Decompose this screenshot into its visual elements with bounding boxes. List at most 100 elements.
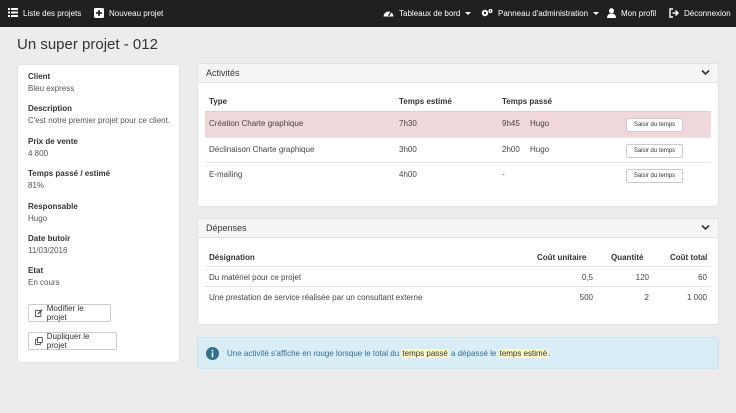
field-value: Bleu express	[28, 84, 75, 93]
caret-down-icon	[593, 12, 600, 15]
field-label: Description	[28, 104, 73, 113]
activities-header[interactable]: Activités	[198, 64, 718, 83]
copy-icon	[35, 337, 43, 345]
field-value: C'est notre premier projet pour ce clien…	[28, 116, 171, 125]
nav-new-project-label: Nouveau projet	[109, 9, 164, 18]
field-value: Hugo	[28, 214, 48, 223]
caret-down-icon	[465, 12, 472, 15]
nav-logout[interactable]: Déconnexion	[669, 0, 731, 27]
info-highlight-spent: temps passé	[401, 349, 449, 358]
activity-row-over: Création Charte graphique 7h30 9h45 Hugo…	[205, 111, 711, 137]
plus-square-icon	[94, 7, 104, 20]
activity-row: Déclinaison Charte graphique 3h00 2h00 H…	[205, 137, 711, 162]
field-client: Client Bleu express	[28, 72, 74, 93]
activity-estimated: 4h00	[399, 170, 417, 179]
log-time-button[interactable]: Saisir du temps	[626, 144, 683, 158]
activity-row: E-mailing 4h00 - Saisir du temps	[205, 162, 711, 188]
activity-type: Création Charte graphique	[209, 119, 304, 128]
edit-icon	[35, 309, 43, 317]
log-time-button[interactable]: Saisir du temps	[626, 169, 683, 183]
nav-admin-dropdown[interactable]: Panneau d'administration	[481, 0, 600, 27]
activity-estimated: 7h30	[399, 119, 417, 128]
col-header-spent: Temps passé	[502, 97, 553, 106]
activity-user: Hugo	[530, 119, 550, 128]
info-text-part: Une activité s'affiche en rouge lorsque …	[227, 349, 400, 358]
edit-project-button[interactable]: Modifier le projet	[28, 304, 111, 322]
expense-total-cost: 60	[698, 273, 707, 282]
field-time-ratio: Temps passé / estimé 81%	[28, 169, 110, 190]
col-header-total-cost: Coût total	[670, 253, 708, 262]
activity-user: Hugo	[530, 145, 550, 154]
activity-spent: 2h00	[502, 145, 520, 154]
nav-dashboards-dropdown[interactable]: Tableaux de bord	[383, 0, 472, 27]
activities-title: Activités	[206, 68, 240, 78]
nav-new-project[interactable]: Nouveau projet	[94, 0, 163, 27]
chevron-down-icon[interactable]	[701, 69, 710, 76]
activities-panel: Activités Type Temps estimé Temps passé …	[197, 63, 719, 207]
expenses-title: Dépenses	[206, 223, 247, 233]
expenses-panel: Dépenses Désignation Coût unitaire Quant…	[197, 218, 719, 325]
col-header-designation: Désignation	[209, 253, 255, 262]
activity-type: Déclinaison Charte graphique	[209, 145, 315, 154]
duplicate-project-label: Dupliquer le projet	[46, 332, 90, 350]
info-icon	[206, 347, 219, 360]
col-header-estimated: Temps estimé	[399, 97, 452, 106]
nav-logout-label: Déconnexion	[684, 9, 731, 18]
expense-total-cost: 1 000	[686, 293, 707, 302]
user-icon	[607, 7, 616, 20]
activity-estimated: 3h00	[399, 145, 417, 154]
dashboard-icon	[383, 8, 394, 19]
field-value: 11/03/2016	[28, 246, 68, 255]
nav-admin-label: Panneau d'administration	[498, 9, 589, 18]
expense-unit-cost: 0,5	[581, 273, 593, 282]
field-label: Date butoir	[28, 234, 71, 243]
top-navbar: Liste des projets Nouveau projet Tableau…	[0, 0, 736, 27]
expense-designation: Une prestation de service réalisée par u…	[209, 293, 423, 302]
field-label: Responsable	[28, 202, 78, 211]
col-header-unit-cost: Coût unitaire	[537, 253, 587, 262]
page-title: Un super projet - 012	[17, 36, 158, 53]
col-header-quantity: Quantité	[611, 253, 644, 262]
nav-profile[interactable]: Mon profil	[607, 0, 656, 27]
nav-dashboards-label: Tableaux de bord	[399, 9, 461, 18]
expense-designation: Du matériel pour ce projet	[209, 273, 302, 282]
info-highlight-estimated: temps estimé	[498, 349, 549, 358]
edit-project-label: Modifier le projet	[46, 304, 84, 322]
nav-projects-list[interactable]: Liste des projets	[8, 0, 81, 27]
expense-unit-cost: 500	[579, 293, 593, 302]
info-text-part: .	[548, 349, 551, 358]
field-label: Client	[28, 72, 51, 81]
cogs-icon	[481, 8, 493, 20]
log-time-button[interactable]: Saisir du temps	[626, 118, 683, 132]
chevron-down-icon[interactable]	[701, 224, 710, 231]
field-manager: Responsable Hugo	[28, 202, 78, 223]
expense-quantity: 120	[635, 273, 649, 282]
field-value: En cours	[28, 278, 60, 287]
activity-spent: 9h45	[502, 119, 520, 128]
logout-icon	[669, 7, 679, 20]
field-value: 81%	[28, 181, 45, 190]
field-label: Etat	[28, 266, 44, 275]
col-header-type: Type	[209, 97, 228, 106]
activity-spent: -	[502, 170, 505, 179]
activity-type: E-mailing	[209, 170, 243, 179]
info-alert: Une activité s'affiche en rouge lorsque …	[197, 337, 719, 369]
expenses-header[interactable]: Dépenses	[198, 219, 718, 238]
field-description: Description C'est notre premier projet p…	[28, 104, 170, 125]
duplicate-project-button[interactable]: Dupliquer le projet	[28, 332, 117, 350]
field-label: Prix de vente	[28, 137, 78, 146]
nav-projects-list-label: Liste des projets	[23, 9, 82, 18]
nav-profile-label: Mon profil	[621, 9, 657, 18]
field-label: Temps passé / estimé	[28, 169, 111, 178]
field-value: 4 800	[28, 149, 49, 158]
expense-row: Du matériel pour ce projet 0,5 120 60	[205, 266, 711, 286]
info-text-part: a dépassé le	[450, 349, 497, 358]
field-status: Etat En cours	[28, 266, 60, 287]
expense-row: Une prestation de service réalisée par u…	[205, 286, 711, 306]
field-deadline: Date butoir 11/03/2016	[28, 234, 70, 255]
field-price: Prix de vente 4 800	[28, 137, 78, 158]
expense-quantity: 2	[644, 293, 649, 302]
list-icon	[8, 8, 18, 19]
project-details-panel: Client Bleu express Description C'est no…	[17, 64, 180, 363]
info-message: Une activité s'affiche en rouge lorsque …	[227, 349, 550, 358]
